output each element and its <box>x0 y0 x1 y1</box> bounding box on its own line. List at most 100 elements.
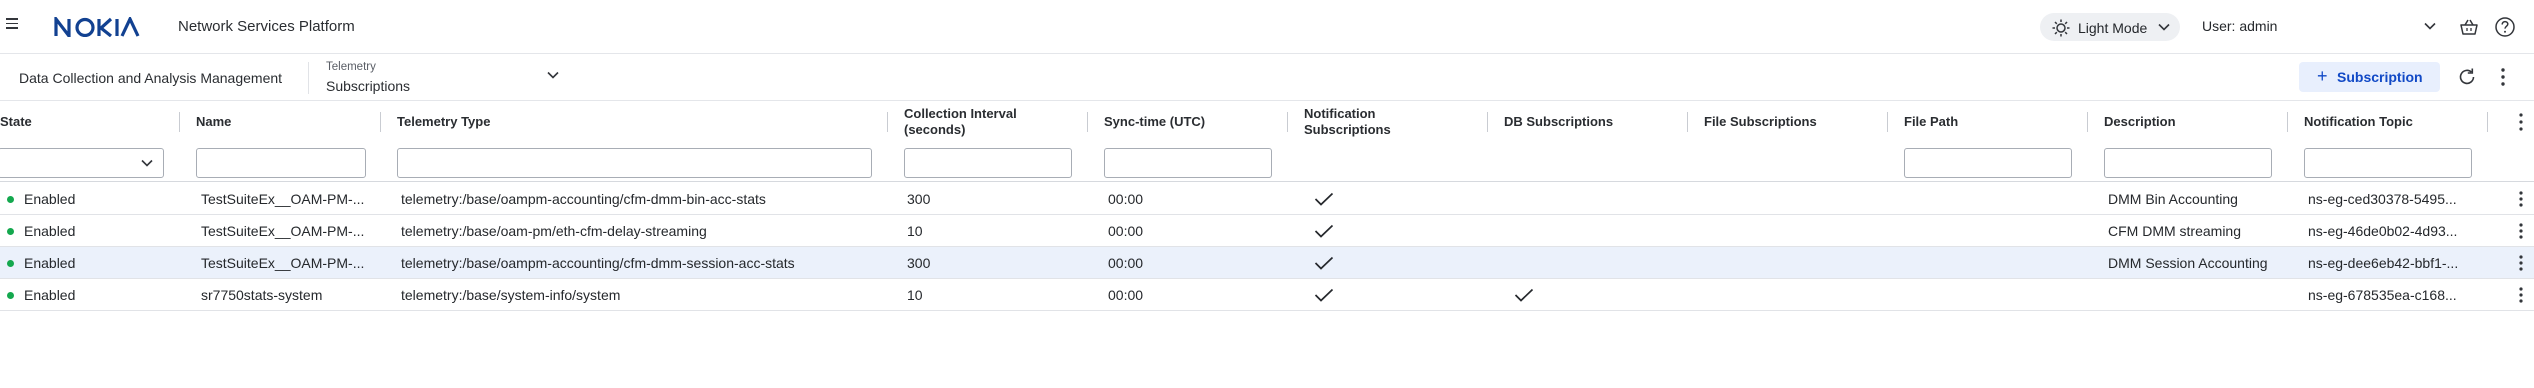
cell-description: CFM DMM streaming <box>2108 223 2242 239</box>
status-enabled-dot <box>7 196 14 203</box>
cell-sync-time: 00:00 <box>1108 223 1144 239</box>
cell-name: TestSuiteEx__OAM-PM-... <box>201 223 365 239</box>
cell-collection-interval: 300 <box>907 255 931 271</box>
cell-notification-topic: ns-eg-dee6eb42-bbf1-... <box>2308 255 2459 271</box>
row-actions-icon[interactable] <box>2518 255 2524 271</box>
column-header-description[interactable]: Description <box>2104 102 2176 142</box>
cell-name: TestSuiteEx__OAM-PM-... <box>201 191 365 207</box>
column-header-collection-interval-line1: Collection Interval <box>904 106 1017 121</box>
theme-toggle[interactable]: Light Mode <box>2040 13 2180 41</box>
column-resize-handle[interactable] <box>380 112 381 132</box>
row-actions-icon[interactable] <box>2518 223 2524 239</box>
sync-time-filter-input[interactable] <box>1104 148 1272 178</box>
app-title: Network Services Platform <box>178 18 355 35</box>
column-header-sync-time[interactable]: Sync-time (UTC) <box>1104 102 1205 142</box>
cell-telemetry-type: telemetry:/base/oam-pm/eth-cfm-delay-str… <box>401 223 707 239</box>
theme-label: Light Mode <box>2078 20 2148 36</box>
breadcrumb[interactable]: Data Collection and Analysis Management <box>19 70 282 86</box>
column-resize-handle[interactable] <box>1687 112 1688 132</box>
cell-state: Enabled <box>24 223 76 239</box>
column-resize-handle[interactable] <box>2487 112 2488 132</box>
status-enabled-dot <box>7 228 14 235</box>
more-options-icon[interactable] <box>2500 66 2506 88</box>
column-resize-handle[interactable] <box>179 112 180 132</box>
cell-state: Enabled <box>24 287 76 303</box>
column-header-telemetry-type[interactable]: Telemetry Type <box>397 102 490 142</box>
chevron-down-icon <box>2158 23 2170 31</box>
table-row[interactable]: Enabled TestSuiteEx__OAM-PM-... telemetr… <box>0 215 2534 247</box>
check-icon <box>1314 192 1334 206</box>
table-row-selected[interactable]: Enabled TestSuiteEx__OAM-PM-... telemetr… <box>0 247 2534 279</box>
help-icon[interactable] <box>2494 16 2516 38</box>
chevron-down-icon[interactable] <box>547 71 559 79</box>
name-filter-input[interactable] <box>196 148 366 178</box>
user-menu[interactable]: User: admin <box>2202 18 2277 34</box>
view-selector-caption: Telemetry <box>326 61 376 73</box>
description-filter-input[interactable] <box>2104 148 2272 178</box>
menu-icon[interactable] <box>6 18 18 30</box>
cell-sync-time: 00:00 <box>1108 287 1144 303</box>
column-header-notification-subscriptions[interactable]: Notification Subscriptions <box>1304 102 1391 142</box>
column-resize-handle[interactable] <box>1487 112 1488 132</box>
refresh-icon[interactable] <box>2456 66 2478 88</box>
check-icon <box>1514 288 1534 302</box>
column-header-db-subscriptions[interactable]: DB Subscriptions <box>1504 102 1613 142</box>
cell-name: sr7750stats-system <box>201 287 323 303</box>
cell-state: Enabled <box>24 255 76 271</box>
cell-telemetry-type: telemetry:/base/system-info/system <box>401 287 621 303</box>
plus-icon: + <box>2317 66 2328 86</box>
cell-telemetry-type: telemetry:/base/oampm-accounting/cfm-dmm… <box>401 191 766 207</box>
column-resize-handle[interactable] <box>2287 112 2288 132</box>
collection-interval-filter-input[interactable] <box>904 148 1072 178</box>
add-subscription-button[interactable]: + Subscription <box>2299 62 2440 92</box>
row-actions-icon[interactable] <box>2518 191 2524 207</box>
cell-collection-interval: 10 <box>907 287 923 303</box>
column-header-name[interactable]: Name <box>196 102 231 142</box>
cell-telemetry-type: telemetry:/base/oampm-accounting/cfm-dmm… <box>401 255 795 271</box>
column-resize-handle[interactable] <box>887 112 888 132</box>
add-subscription-label: Subscription <box>2337 69 2423 85</box>
column-header-file-subscriptions[interactable]: File Subscriptions <box>1704 102 1817 142</box>
basket-icon[interactable] <box>2459 17 2479 37</box>
column-header-file-path[interactable]: File Path <box>1904 102 1958 142</box>
cell-collection-interval: 10 <box>907 223 923 239</box>
cell-sync-time: 00:00 <box>1108 191 1144 207</box>
telemetry-type-filter-input[interactable] <box>397 148 872 178</box>
column-menu-icon[interactable] <box>2518 112 2524 132</box>
table-row[interactable]: Enabled sr7750stats-system telemetry:/ba… <box>0 279 2534 311</box>
column-header-notification-line1: Notification <box>1304 106 1376 121</box>
state-filter-select[interactable] <box>0 148 164 178</box>
file-path-filter-input[interactable] <box>1904 148 2072 178</box>
column-resize-handle[interactable] <box>2087 112 2088 132</box>
top-header: Network Services Platform Light Mode Use… <box>0 0 2534 54</box>
nokia-logo <box>54 17 140 37</box>
column-header-notification-topic[interactable]: Notification Topic <box>2304 102 2413 142</box>
column-resize-handle[interactable] <box>1887 112 1888 132</box>
column-header-notification-line2: Subscriptions <box>1304 122 1391 137</box>
cell-notification-topic: ns-eg-ced30378-5495... <box>2308 191 2457 207</box>
check-icon <box>1314 288 1334 302</box>
column-header-collection-interval-line2: (seconds) <box>904 122 966 137</box>
status-enabled-dot <box>7 260 14 267</box>
check-icon <box>1314 224 1334 238</box>
view-selector[interactable]: Subscriptions <box>326 78 410 94</box>
column-header-state[interactable]: State <box>0 102 32 142</box>
cell-sync-time: 00:00 <box>1108 255 1144 271</box>
sub-header: Data Collection and Analysis Management … <box>0 54 2534 101</box>
cell-notification-topic: ns-eg-46de0b02-4d93... <box>2308 223 2458 239</box>
cell-description: DMM Bin Accounting <box>2108 191 2238 207</box>
divider <box>308 62 309 94</box>
column-resize-handle[interactable] <box>1087 112 1088 132</box>
sun-icon <box>2052 19 2070 37</box>
notification-topic-filter-input[interactable] <box>2304 148 2472 178</box>
column-resize-handle[interactable] <box>1287 112 1288 132</box>
chevron-down-icon[interactable] <box>2424 22 2436 30</box>
cell-collection-interval: 300 <box>907 191 931 207</box>
filter-row <box>0 142 2534 182</box>
status-enabled-dot <box>7 292 14 299</box>
column-header-collection-interval[interactable]: Collection Interval (seconds) <box>904 102 1017 142</box>
cell-notification-topic: ns-eg-678535ea-c168... <box>2308 287 2457 303</box>
table-row[interactable]: Enabled TestSuiteEx__OAM-PM-... telemetr… <box>0 183 2534 215</box>
check-icon <box>1314 256 1334 270</box>
row-actions-icon[interactable] <box>2518 287 2524 303</box>
